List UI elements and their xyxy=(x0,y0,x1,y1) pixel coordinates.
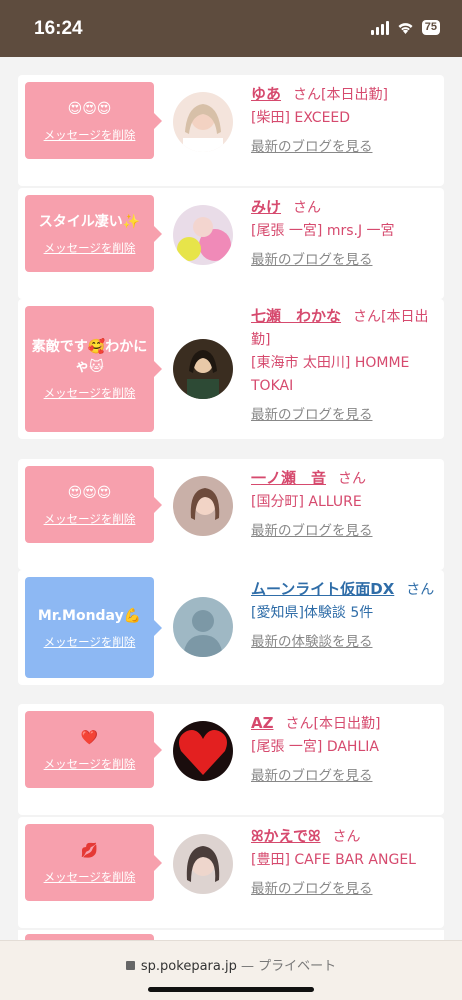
list-item[interactable]: 😍😍😍 メッセージを削除 一ノ瀬 音さん [国分町] ALLURE 最新のブログ… xyxy=(18,459,444,570)
message-text: ❤️ xyxy=(80,729,99,746)
message-bubble: 😍😍😍 メッセージを削除 xyxy=(25,466,162,543)
avatar[interactable] xyxy=(173,834,233,894)
list-item[interactable]: スタイル凄い✨ メッセージを削除 みけ さん [尾張 一宮] mrs.J 一宮 最… xyxy=(18,188,444,299)
message-text: 😍😍😍 xyxy=(67,484,112,501)
item-info: 一ノ瀬 音さん [国分町] ALLURE 最新のブログを見る xyxy=(251,467,441,543)
cast-name[interactable]: ꕤかえでꕤ xyxy=(251,827,321,845)
status-time: 16:24 xyxy=(34,18,83,39)
wifi-icon xyxy=(398,23,413,34)
avatar[interactable] xyxy=(173,721,233,781)
latest-blog-link[interactable]: 最新のブログを見る xyxy=(251,249,441,272)
lock-icon xyxy=(125,961,135,970)
message-text: スタイル凄い✨ xyxy=(38,213,141,230)
list-item[interactable]: 💋 メッセージを削除 ꕤかえでꕤ さん [豊田] CAFE BAR ANGEL 最… xyxy=(18,817,444,928)
delete-message-link[interactable]: メッセージを削除 xyxy=(44,869,136,885)
cast-name[interactable]: ゆあ xyxy=(251,85,281,103)
latest-blog-link[interactable]: 最新のブログを見る xyxy=(251,520,441,543)
message-bubble: Mr.Monday💪 メッセージを削除 xyxy=(25,577,162,678)
list-item[interactable]: ❤️ メッセージを削除 AZ さん[本日出勤] [尾張 一宮] DAHLIA 最新… xyxy=(18,704,444,815)
delete-message-link[interactable]: メッセージを削除 xyxy=(44,511,136,527)
item-info: ムーンライト仮面DX さん [愛知県]体験談 5件 最新の体験談を見る xyxy=(251,578,441,654)
latest-blog-link[interactable]: 最新のブログを見る xyxy=(251,765,441,788)
home-indicator[interactable] xyxy=(148,987,314,992)
message-bubble: 💋 メッセージを削除 xyxy=(25,824,162,901)
list-item[interactable]: 素敵です🥰わかにゃ🐱 メッセージを削除 七瀬 わかな さん[本日出勤] [東海市 … xyxy=(18,299,444,439)
avatar[interactable] xyxy=(173,339,233,399)
name-suffix: さん xyxy=(338,471,367,487)
browsing-mode: — プライベート xyxy=(236,959,337,974)
item-info: ゆあ さん[本日出勤] [柴田] EXCEED 最新のブログを見る xyxy=(251,83,441,159)
name-suffix: さん xyxy=(406,582,435,598)
delete-message-link[interactable]: メッセージを削除 xyxy=(44,634,136,650)
latest-blog-link[interactable]: 最新のブログを見る xyxy=(251,404,441,427)
latest-review-link[interactable]: 最新の体験談を見る xyxy=(251,631,441,654)
item-info: 七瀬 わかな さん[本日出勤] [東海市 太田川] HOMME TOKAI 最新の… xyxy=(251,305,441,427)
cast-name[interactable]: 七瀬 わかな xyxy=(251,307,341,325)
status-bar: 16:24 75 xyxy=(0,0,462,57)
message-text: 素敵です🥰わかにゃ🐱 xyxy=(31,339,148,375)
status-icons: 75 xyxy=(370,20,440,35)
avatar[interactable] xyxy=(173,92,233,152)
avatar[interactable] xyxy=(173,476,233,536)
signal-icon xyxy=(370,20,389,35)
name-suffix: さん xyxy=(332,829,361,845)
shop-info: [東海市 太田川] HOMME TOKAI xyxy=(251,355,410,394)
delete-message-link[interactable]: メッセージを削除 xyxy=(44,385,136,401)
message-text: Mr.Monday💪 xyxy=(37,607,142,624)
message-bubble: スタイル凄い✨ メッセージを削除 xyxy=(25,195,162,272)
shop-info: [国分町] ALLURE xyxy=(251,494,362,510)
message-bubble: ❤️ メッセージを削除 xyxy=(25,711,162,788)
latest-blog-link[interactable]: 最新のブログを見る xyxy=(251,878,441,901)
url-display[interactable]: sp.pokepara.jp — プライベート xyxy=(0,955,462,974)
item-info: AZ さん[本日出勤] [尾張 一宮] DAHLIA 最新のブログを見る xyxy=(251,712,441,788)
shop-info: [柴田] EXCEED xyxy=(251,110,351,126)
url-domain: sp.pokepara.jp xyxy=(140,959,237,974)
item-info: みけ さん [尾張 一宮] mrs.J 一宮 最新のブログを見る xyxy=(251,196,441,272)
review-count: [愛知県]体験談 5件 xyxy=(251,605,374,621)
avatar[interactable] xyxy=(173,597,233,657)
message-bubble: 素敵です🥰わかにゃ🐱 メッセージを削除 xyxy=(25,306,162,432)
name-suffix: さん[本日出勤] xyxy=(293,87,388,103)
browser-url-bar[interactable]: sp.pokepara.jp — プライベート xyxy=(0,940,462,1000)
message-bubble: 😍😍😍 メッセージを削除 xyxy=(25,82,162,159)
shop-info: [尾張 一宮] mrs.J 一宮 xyxy=(251,223,395,239)
shop-info: [豊田] CAFE BAR ANGEL xyxy=(251,852,416,868)
list-item[interactable]: 😍😍😍 メッセージを削除 ゆあ さん[本日出勤] [柴田] EXCEED 最新のブ… xyxy=(18,75,444,186)
battery-icon: 75 xyxy=(421,20,440,35)
message-text: 😍😍😍 xyxy=(67,100,112,117)
delete-message-link[interactable]: メッセージを削除 xyxy=(44,127,136,143)
name-suffix: さん xyxy=(293,200,322,216)
name-suffix: さん[本日出勤] xyxy=(285,716,381,732)
cast-name[interactable]: みけ xyxy=(251,198,281,216)
avatar[interactable] xyxy=(173,205,233,265)
cast-name[interactable]: 一ノ瀬 音 xyxy=(251,469,326,487)
shop-info: [尾張 一宮] DAHLIA xyxy=(251,739,379,755)
delete-message-link[interactable]: メッセージを削除 xyxy=(44,756,136,772)
list-item[interactable]: Mr.Monday💪 メッセージを削除 ムーンライト仮面DX さん [愛知県]体験… xyxy=(18,570,444,685)
cast-name[interactable]: AZ xyxy=(251,714,274,732)
delete-message-link[interactable]: メッセージを削除 xyxy=(44,240,136,256)
latest-blog-link[interactable]: 最新のブログを見る xyxy=(251,136,441,159)
item-info: ꕤかえでꕤ さん [豊田] CAFE BAR ANGEL 最新のブログを見る xyxy=(251,825,441,901)
message-text: 💋 xyxy=(80,842,99,859)
reviewer-name[interactable]: ムーンライト仮面DX xyxy=(251,580,394,598)
